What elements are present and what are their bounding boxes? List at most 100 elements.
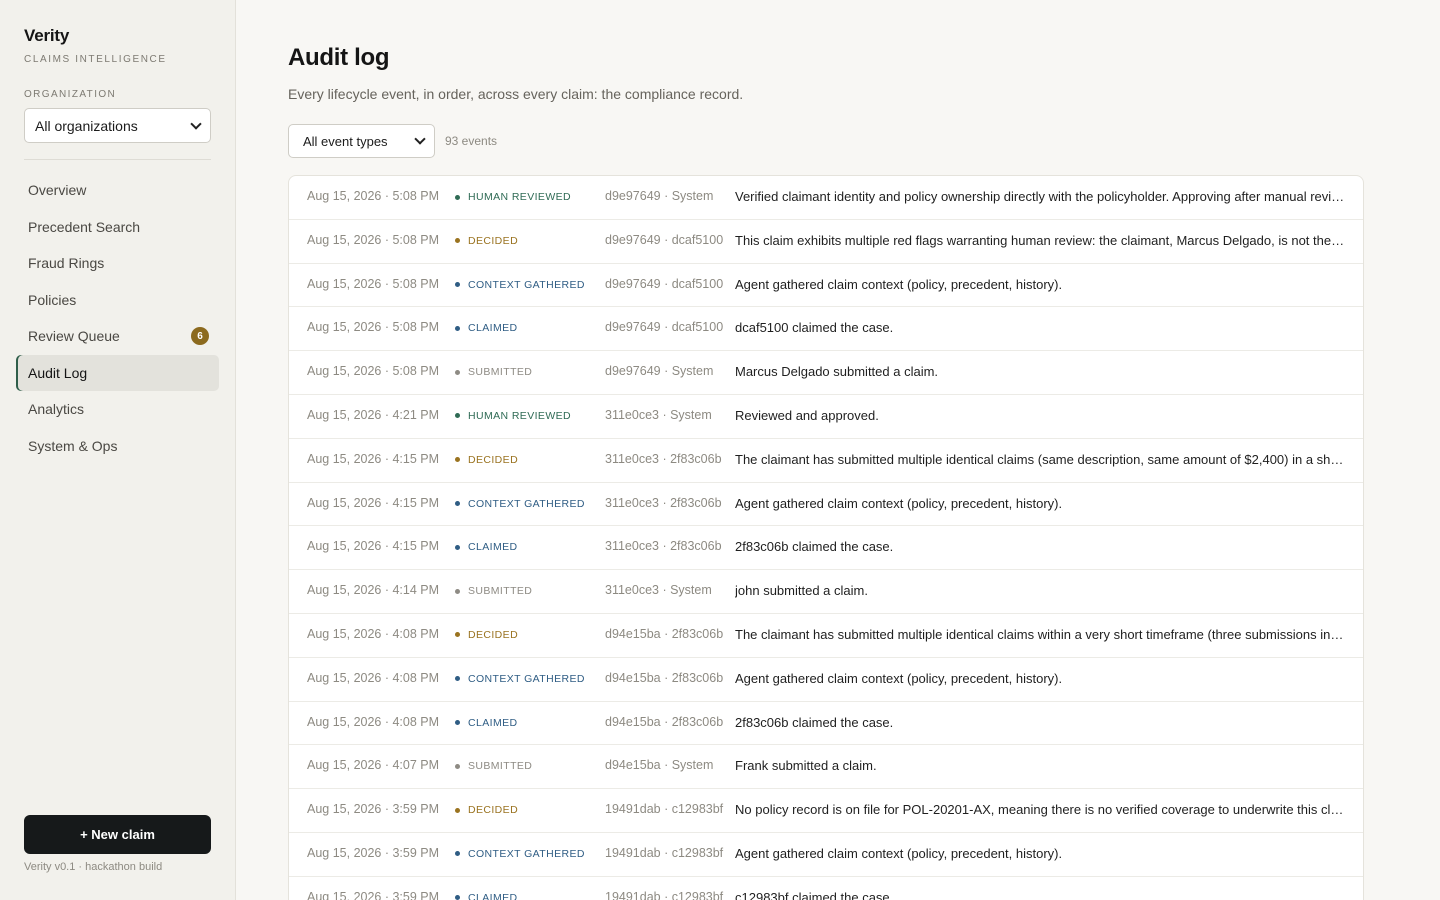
sidebar-item-label: System & Ops bbox=[28, 437, 118, 454]
event-type-badge: DECIDED bbox=[455, 235, 518, 247]
event-time: Aug 15, 2026 · 4:15 PM bbox=[307, 495, 440, 510]
sidebar: Verity CLAIMS INTELLIGENCE ORGANIZATION … bbox=[0, 0, 236, 900]
table-row[interactable]: Aug 15, 2026 · 4:15 PM CLAIMED 311e0ce3 · … bbox=[289, 526, 1363, 571]
table-row[interactable]: Aug 15, 2026 · 5:08 PM SUBMITTED d9e97649 … bbox=[289, 351, 1363, 395]
status-dot-icon bbox=[455, 194, 460, 200]
event-message: Reviewed and approved. bbox=[735, 407, 879, 423]
event-message: c12983bf claimed the case. bbox=[735, 889, 894, 900]
event-ids: 311e0ce3 · 2f83c06b bbox=[605, 539, 722, 554]
status-dot-icon bbox=[455, 238, 460, 244]
sidebar-item-analytics[interactable]: Analytics bbox=[16, 391, 219, 427]
event-time: Aug 15, 2026 · 5:08 PM bbox=[307, 232, 440, 247]
event-type-badge: CONTEXT GATHERED bbox=[455, 279, 585, 291]
event-type-label: CLAIMED bbox=[468, 541, 518, 554]
event-message: Marcus Delgado submitted a claim. bbox=[735, 364, 939, 380]
table-row[interactable]: Aug 15, 2026 · 5:08 PM DECIDED d9e97649 · … bbox=[289, 220, 1363, 264]
table-row[interactable]: Aug 15, 2026 · 3:59 PM DECIDED 19491dab · … bbox=[289, 789, 1363, 833]
event-type-label: SUBMITTED bbox=[468, 585, 533, 598]
sidebar-item-policies[interactable]: Policies bbox=[16, 282, 219, 318]
event-message: Verified claimant identity and policy ow… bbox=[735, 189, 1345, 204]
sidebar-item-audit-log[interactable]: Audit Log bbox=[16, 354, 219, 391]
event-time: Aug 15, 2026 · 4:15 PM bbox=[307, 539, 440, 554]
status-dot-icon bbox=[455, 632, 460, 638]
event-type-label: CONTEXT GATHERED bbox=[468, 278, 585, 291]
status-dot-icon bbox=[455, 544, 460, 550]
sidebar-item-fraud-rings[interactable]: Fraud Rings bbox=[16, 245, 219, 281]
event-ids: 19491dab · c12983bf bbox=[605, 802, 724, 817]
event-ids: 311e0ce3 · 2f83c06b bbox=[605, 451, 722, 466]
table-row[interactable]: Aug 15, 2026 · 4:08 PM CONTEXT GATHERED d9… bbox=[289, 658, 1363, 702]
event-message: Agent gathered claim context (policy, pr… bbox=[735, 845, 1063, 861]
event-type-label: DECIDED bbox=[468, 453, 519, 466]
event-time: Aug 15, 2026 · 4:14 PM bbox=[307, 583, 440, 598]
brand-name: Verity bbox=[24, 26, 70, 45]
sidebar-item-label: Precedent Search bbox=[28, 218, 141, 235]
table-row[interactable]: Aug 15, 2026 · 4:07 PM SUBMITTED d94e15ba … bbox=[289, 745, 1363, 790]
event-type-filter[interactable]: All event types bbox=[288, 124, 435, 158]
sidebar-item-overview[interactable]: Overview bbox=[16, 172, 219, 208]
event-type-badge: SUBMITTED bbox=[455, 366, 532, 378]
status-dot-icon bbox=[455, 720, 460, 726]
status-dot-icon bbox=[455, 369, 460, 375]
sidebar-item-system-ops[interactable]: System & Ops bbox=[16, 428, 219, 464]
table-row[interactable]: Aug 15, 2026 · 3:59 PM CONTEXT GATHERED 19… bbox=[289, 833, 1363, 877]
event-ids: 19491dab · c12983bf bbox=[605, 889, 724, 900]
table-row[interactable]: Aug 15, 2026 · 4:15 PM DECIDED 311e0ce3 · … bbox=[289, 439, 1363, 483]
table-row[interactable]: Aug 15, 2026 · 5:08 PM CONTEXT GATHERED d9… bbox=[289, 264, 1363, 308]
sidebar-item-label: Fraud Rings bbox=[28, 255, 105, 271]
event-type-label: HUMAN REVIEWED bbox=[468, 409, 572, 422]
event-type-badge: CONTEXT GATHERED bbox=[455, 498, 585, 510]
event-time: Aug 15, 2026 · 4:08 PM bbox=[307, 670, 440, 685]
event-type-label: CLAIMED bbox=[468, 716, 518, 729]
status-dot-icon bbox=[455, 588, 460, 594]
status-dot-icon bbox=[455, 851, 460, 857]
table-row[interactable]: Aug 15, 2026 · 3:59 PM CLAIMED 19491dab · … bbox=[289, 877, 1363, 900]
event-type-label: CONTEXT GATHERED bbox=[468, 847, 585, 860]
event-type-label: DECIDED bbox=[468, 234, 519, 247]
event-ids: 311e0ce3 · 2f83c06b bbox=[605, 495, 722, 510]
event-type-badge: CONTEXT GATHERED bbox=[455, 673, 585, 685]
event-type-label: SUBMITTED bbox=[468, 760, 533, 773]
sidebar-item-label: Policies bbox=[28, 291, 77, 308]
event-time: Aug 15, 2026 · 3:59 PM bbox=[307, 889, 440, 900]
event-type-badge: HUMAN REVIEWED bbox=[455, 191, 571, 203]
sidebar-divider bbox=[24, 159, 211, 160]
sidebar-item-label: Overview bbox=[28, 182, 87, 198]
new-claim-button[interactable]: + New claim bbox=[24, 815, 211, 854]
event-type-badge: DECIDED bbox=[455, 629, 518, 641]
event-count: 93 events bbox=[445, 134, 498, 148]
event-type-badge: DECIDED bbox=[455, 454, 518, 466]
version-text: Verity v0.1 · hackathon build bbox=[24, 861, 163, 873]
event-type-label: CLAIMED bbox=[468, 891, 518, 900]
event-message: Agent gathered claim context (policy, pr… bbox=[735, 670, 1063, 686]
event-type-label: CONTEXT GATHERED bbox=[468, 672, 585, 685]
table-row[interactable]: Aug 15, 2026 · 5:08 PM HUMAN REVIEWED d9e9… bbox=[289, 176, 1363, 220]
sidebar-item-precedent-search[interactable]: Precedent Search bbox=[16, 209, 219, 245]
status-dot-icon bbox=[455, 895, 460, 900]
table-row[interactable]: Aug 15, 2026 · 4:15 PM CONTEXT GATHERED 31… bbox=[289, 483, 1363, 527]
event-ids: 311e0ce3 · System bbox=[605, 583, 712, 598]
sidebar-item-review-queue[interactable]: Review Queue 6 bbox=[16, 318, 219, 354]
organization-select[interactable]: All organizations bbox=[24, 108, 211, 143]
event-ids: d94e15ba · System bbox=[605, 758, 714, 773]
table-row[interactable]: Aug 15, 2026 · 4:08 PM CLAIMED d94e15ba · … bbox=[289, 702, 1363, 746]
event-ids: d9e97649 · System bbox=[605, 364, 714, 379]
event-message: Agent gathered claim context (policy, pr… bbox=[735, 495, 1063, 511]
table-row[interactable]: Aug 15, 2026 · 4:14 PM SUBMITTED 311e0ce3 … bbox=[289, 570, 1363, 614]
event-time: Aug 15, 2026 · 4:21 PM bbox=[307, 407, 440, 422]
event-type-badge: CLAIMED bbox=[455, 541, 517, 553]
event-ids: d94e15ba · 2f83c06b bbox=[605, 626, 724, 641]
event-time: Aug 15, 2026 · 5:08 PM bbox=[307, 364, 440, 379]
event-ids: d94e15ba · 2f83c06b bbox=[605, 670, 724, 685]
event-ids: d9e97649 · System bbox=[605, 189, 714, 203]
table-row[interactable]: Aug 15, 2026 · 4:21 PM HUMAN REVIEWED 311e… bbox=[289, 395, 1363, 439]
status-dot-icon bbox=[455, 807, 460, 813]
status-dot-icon bbox=[455, 501, 460, 507]
table-row[interactable]: Aug 15, 2026 · 5:08 PM CLAIMED d9e97649 · … bbox=[289, 307, 1363, 352]
organization-label: ORGANIZATION bbox=[24, 89, 117, 100]
sidebar-nav: Overview Precedent Search Fraud Rings Polic… bbox=[16, 172, 219, 464]
event-type-badge: CONTEXT GATHERED bbox=[455, 848, 585, 860]
event-type-badge: CLAIMED bbox=[455, 322, 517, 334]
table-row[interactable]: Aug 15, 2026 · 4:08 PM DECIDED d94e15ba · … bbox=[289, 614, 1363, 658]
event-time: Aug 15, 2026 · 4:08 PM bbox=[307, 626, 440, 641]
